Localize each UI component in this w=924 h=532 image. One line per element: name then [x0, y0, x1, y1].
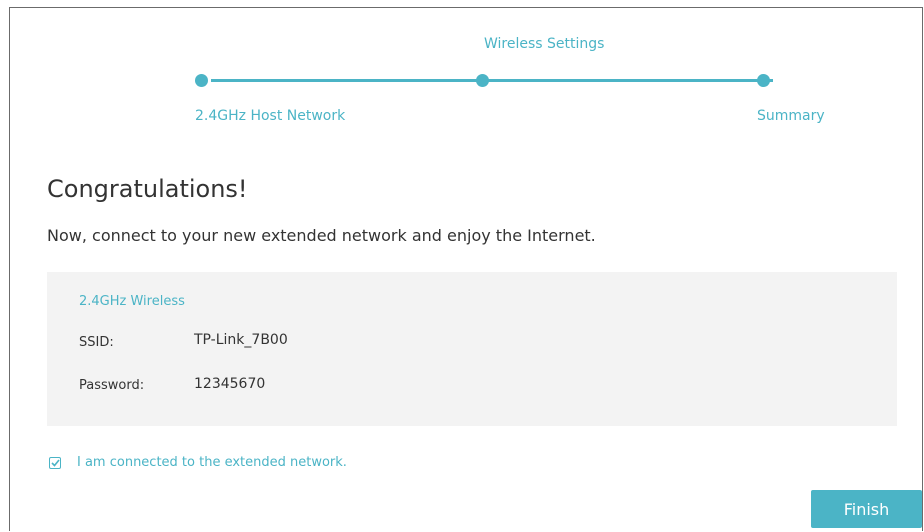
finish-button[interactable]: Finish — [811, 490, 922, 528]
step-label-summary: Summary — [757, 108, 825, 124]
instruction-text: Now, connect to your new extended networ… — [47, 226, 596, 245]
wizard-frame: Wireless Settings 2.4GHz Host Network Su… — [9, 7, 923, 531]
page-title: Congratulations! — [47, 175, 248, 203]
checkmark-icon — [50, 458, 60, 467]
step-dot-wireless-settings — [476, 74, 489, 87]
panel-title: 2.4GHz Wireless — [79, 294, 185, 309]
current-step-title: Wireless Settings — [484, 36, 605, 52]
wireless-info-panel: 2.4GHz Wireless SSID: TP-Link_7B00 Passw… — [47, 272, 897, 426]
step-dot-summary — [757, 74, 770, 87]
confirm-connection-checkbox[interactable] — [49, 456, 61, 469]
confirm-connection-row[interactable]: I am connected to the extended network. — [49, 455, 347, 470]
ssid-value: TP-Link_7B00 — [194, 332, 288, 348]
password-label: Password: — [79, 378, 145, 393]
step-dot-host-network — [195, 74, 208, 87]
progress-line — [211, 79, 773, 82]
ssid-label: SSID: — [79, 335, 114, 350]
confirm-connection-label[interactable]: I am connected to the extended network. — [77, 455, 347, 470]
step-label-host-network: 2.4GHz Host Network — [195, 108, 346, 124]
password-value: 12345670 — [194, 376, 266, 392]
